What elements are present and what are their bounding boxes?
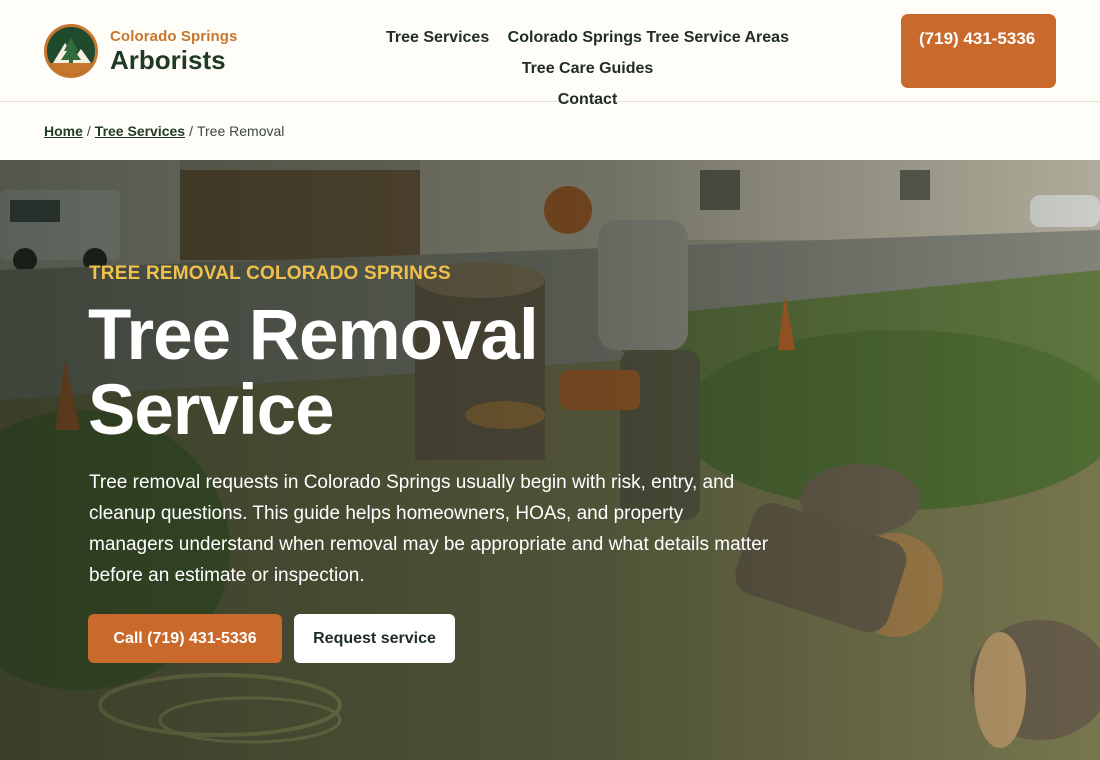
header-phone-button[interactable]: (719) 431-5336 [901,14,1056,88]
hero-overlay [0,160,1100,760]
tree-mountain-logo-icon [44,24,98,78]
breadcrumb-separator: / [86,123,91,139]
nav-tree-services[interactable]: Tree Services [386,29,489,46]
nav-tree-care-guides[interactable]: Tree Care Guides [522,60,654,77]
nav-contact[interactable]: Contact [558,91,618,108]
nav-service-areas[interactable]: Colorado Springs Tree Service Areas [508,29,789,46]
hero-eyebrow: TREE REMOVAL COLORADO SPRINGS [89,263,451,284]
hero-description: Tree removal requests in Colorado Spring… [89,472,769,586]
site-header: Colorado Springs Arborists Tree Services… [0,0,1100,108]
logo-wordmark: Colorado Springs Arborists [110,28,237,74]
breadcrumb-home-link[interactable]: Home [44,123,83,139]
breadcrumb-current: Tree Removal [196,123,285,139]
hero-section: TREE REMOVAL COLORADO SPRINGS Tree Remov… [0,160,1100,760]
site-logo-link[interactable]: Colorado Springs Arborists [44,24,237,78]
breadcrumb-services-link[interactable]: Tree Services [95,123,185,139]
breadcrumb: Home / Tree Services / Tree Removal [44,123,284,139]
main-nav: Tree Services Colorado Springs Tree Serv… [310,22,865,115]
breadcrumb-separator: / [189,123,193,139]
logo-name-bottom: Arborists [110,45,226,75]
call-button[interactable]: Call (719) 431-5336 [88,614,282,663]
request-service-button[interactable]: Request service [294,614,455,663]
page-title: Tree Removal Service [88,296,539,450]
logo-name-top: Colorado Springs [110,28,238,45]
